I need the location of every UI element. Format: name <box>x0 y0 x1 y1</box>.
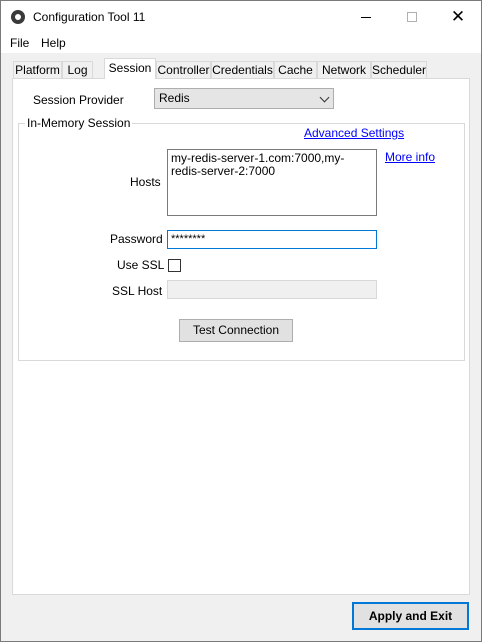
minimize-icon <box>361 16 371 18</box>
maximize-icon <box>407 12 417 22</box>
more-info-link[interactable]: More info <box>385 150 435 164</box>
use-ssl-label: Use SSL <box>117 258 165 272</box>
password-label: Password <box>110 232 163 246</box>
ssl-host-field[interactable] <box>167 280 377 299</box>
title-bar[interactable]: Configuration Tool 11 ✕ <box>1 1 481 33</box>
maximize-button[interactable] <box>389 1 435 33</box>
minimize-button[interactable] <box>343 1 389 33</box>
session-provider-value: Redis <box>159 91 190 105</box>
group-title: In-Memory Session <box>25 116 133 130</box>
tab-platform[interactable]: Platform <box>13 61 62 79</box>
menu-help[interactable]: Help <box>41 36 66 50</box>
close-icon: ✕ <box>450 7 466 26</box>
tab-scheduler[interactable]: Scheduler <box>371 61 427 79</box>
session-provider-select[interactable]: Redis <box>154 88 334 109</box>
hosts-label: Hosts <box>130 175 161 189</box>
session-provider-label: Session Provider <box>33 93 124 107</box>
menu-file[interactable]: File <box>10 36 29 50</box>
tab-log[interactable]: Log <box>62 61 93 79</box>
password-field[interactable]: ******** <box>167 230 377 249</box>
tab-session[interactable]: Session <box>104 58 156 79</box>
tab-credentials[interactable]: Credentials <box>211 61 274 79</box>
chevron-down-icon <box>319 92 330 103</box>
menu-bar: File Help <box>1 33 481 53</box>
tab-network[interactable]: Network <box>317 61 371 79</box>
hosts-textarea[interactable]: my-redis-server-1.com:7000,my-redis-serv… <box>167 149 377 216</box>
use-ssl-checkbox[interactable] <box>168 259 181 272</box>
tab-controller[interactable]: Controller <box>156 61 211 79</box>
advanced-settings-link[interactable]: Advanced Settings <box>304 126 404 140</box>
app-window: Configuration Tool 11 ✕ File Help Platfo… <box>0 0 482 642</box>
close-button[interactable]: ✕ <box>435 1 481 33</box>
ssl-host-label: SSL Host <box>112 284 163 298</box>
session-tab-panel: Session Provider Redis In-Memory Session… <box>12 78 470 595</box>
tab-cache[interactable]: Cache <box>274 61 317 79</box>
apply-and-exit-button[interactable]: Apply and Exit <box>352 602 469 630</box>
app-icon <box>11 10 25 24</box>
test-connection-button[interactable]: Test Connection <box>179 319 293 342</box>
window-title: Configuration Tool 11 <box>33 10 146 24</box>
